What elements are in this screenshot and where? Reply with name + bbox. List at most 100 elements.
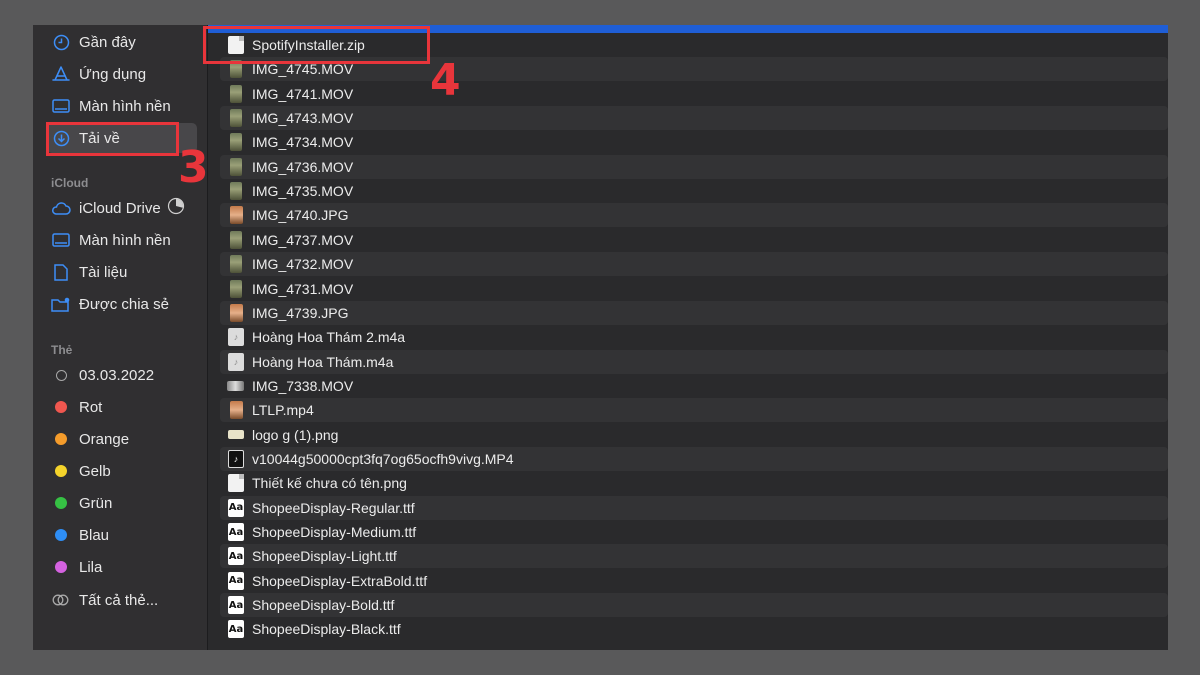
sidebar-item-label: Được chia sẻ	[79, 295, 169, 313]
sidebar-tag-blau[interactable]: Blau	[47, 520, 197, 550]
sidebar-item-label: Gần đây	[79, 33, 136, 51]
annotation-step-4: 4	[430, 55, 461, 106]
storage-pie-icon	[167, 197, 185, 219]
file-row[interactable]: ♪ v10044g50000cpt3fq7og65ocfh9vivg.MP4	[220, 446, 1168, 471]
video-file-icon	[230, 109, 242, 128]
file-name: ShopeeDisplay-Medium.ttf	[252, 524, 417, 540]
file-row[interactable]: IMG_4731.MOV	[220, 277, 1168, 301]
sidebar-tag-lila[interactable]: Lila	[47, 552, 197, 582]
sidebar-item-icloud-drive[interactable]: iCloud Drive	[47, 193, 197, 223]
sidebar-tag-rot[interactable]: Rot	[47, 392, 197, 422]
file-row[interactable]: IMG_4732.MOV	[220, 252, 1168, 277]
font-file-icon: Aa	[228, 498, 244, 517]
image-file-icon	[230, 401, 243, 420]
file-row[interactable]: Thiết kế chưa có tên.png	[220, 471, 1168, 495]
file-name: IMG_4734.MOV	[252, 134, 354, 151]
sidebar-item-label: Màn hình nền	[79, 231, 171, 249]
applications-icon	[51, 64, 71, 84]
file-row[interactable]: IMG_4735.MOV	[220, 179, 1168, 203]
file-row[interactable]: Aa ShopeeDisplay-Medium.ttf	[220, 520, 1168, 544]
audio-file-icon: ♪	[228, 352, 244, 371]
font-file-icon: Aa	[228, 596, 244, 615]
file-row[interactable]: Aa ShopeeDisplay-Bold.ttf	[220, 593, 1168, 618]
tag-yellow-icon	[51, 461, 71, 481]
sidebar-tag-03-03-2022[interactable]: 03.03.2022	[47, 360, 197, 390]
file-row[interactable]: IMG_4739.JPG	[220, 300, 1168, 325]
sidebar-tag-gelb[interactable]: Gelb	[47, 456, 197, 486]
file-row[interactable]: Aa ShopeeDisplay-Black.ttf	[220, 617, 1168, 641]
file-name: ShopeeDisplay-Bold.ttf	[252, 597, 395, 614]
video-file-icon	[227, 380, 244, 391]
image-file-icon	[228, 430, 244, 440]
document-file-icon	[228, 474, 244, 493]
sidebar-item-desktop[interactable]: Màn hình nền	[47, 91, 197, 121]
sidebar-item-icloud-desktop[interactable]: Màn hình nền	[47, 225, 197, 255]
sidebar-tag-orange[interactable]: Orange	[47, 424, 197, 454]
file-name: IMG_4739.JPG	[252, 304, 349, 321]
video-file-icon	[230, 84, 242, 103]
file-name: IMG_7338.MOV	[252, 377, 354, 394]
file-name: v10044g50000cpt3fq7og65ocfh9vivg.MP4	[252, 450, 514, 467]
font-file-icon: Aa	[228, 571, 244, 590]
video-file-icon: ♪	[228, 449, 244, 468]
file-row[interactable]: IMG_4736.MOV	[220, 154, 1168, 179]
video-file-icon	[230, 133, 242, 152]
sidebar-item-label: 03.03.2022	[79, 366, 155, 384]
file-row[interactable]: IMG_7338.MOV	[220, 374, 1168, 398]
file-row[interactable]: Aa ShopeeDisplay-Light.ttf	[220, 544, 1168, 569]
file-name: IMG_4731.MOV	[252, 280, 354, 297]
font-file-icon: Aa	[228, 620, 244, 639]
sidebar-item-label: iCloud Drive	[79, 199, 161, 217]
video-file-icon	[230, 157, 242, 176]
sidebar-item-applications[interactable]: Ứng dụng	[47, 59, 197, 89]
file-name: Hoàng Hoa Thám 2.m4a	[252, 329, 406, 346]
video-file-icon	[230, 255, 242, 274]
file-name: IMG_4743.MOV	[252, 110, 354, 127]
file-row[interactable]: IMG_4734.MOV	[220, 130, 1168, 154]
sidebar-item-shared[interactable]: Được chia sẻ	[47, 289, 197, 319]
file-row[interactable]: IMG_4741.MOV	[220, 82, 1168, 106]
file-name: LTLP.mp4	[252, 402, 314, 419]
font-file-icon: Aa	[228, 547, 244, 566]
video-file-icon	[230, 182, 242, 201]
sidebar-section-tags: Thẻ	[51, 343, 73, 357]
file-name: IMG_4740.JPG	[252, 207, 349, 224]
sidebar-item-documents[interactable]: Tài liệu	[47, 257, 197, 287]
sidebar-item-label: Rot	[79, 398, 103, 416]
tag-red-icon	[51, 397, 71, 417]
sidebar-item-label: Lila	[79, 558, 103, 576]
font-file-icon: Aa	[228, 523, 244, 541]
tag-outline-icon	[51, 365, 71, 385]
image-file-icon	[230, 303, 243, 322]
file-name: ShopeeDisplay-Light.ttf	[252, 548, 397, 565]
sidebar-item-label: Tất cả thẻ...	[79, 591, 159, 609]
sidebar-item-label: Màn hình nền	[79, 97, 171, 115]
file-row[interactable]: IMG_4743.MOV	[220, 106, 1168, 131]
annotation-box-downloads	[46, 122, 179, 156]
file-row[interactable]: LTLP.mp4	[220, 398, 1168, 423]
sidebar-item-label: Ứng dụng	[79, 65, 147, 83]
file-row[interactable]: logo g (1).png	[220, 423, 1168, 447]
file-name: IMG_4737.MOV	[252, 231, 354, 248]
file-row[interactable]: ♪ Hoàng Hoa Thám 2.m4a	[220, 325, 1168, 349]
shared-folder-icon	[51, 294, 71, 314]
file-row[interactable]: Aa ShopeeDisplay-Regular.ttf	[220, 495, 1168, 520]
desktop-icon	[51, 96, 71, 116]
annotation-box-spotify-installer	[203, 26, 430, 64]
sidebar: Gần đây Ứng dụng Màn hình nền Tải về iCl…	[33, 25, 208, 650]
video-file-icon	[230, 279, 242, 298]
image-file-icon	[230, 206, 243, 225]
file-name: Thiết kế chưa có tên.png	[252, 475, 407, 492]
file-name: ShopeeDisplay-Regular.ttf	[252, 499, 415, 516]
file-row[interactable]: ♪ Hoàng Hoa Thám.m4a	[220, 349, 1168, 374]
file-name: IMG_4735.MOV	[252, 183, 354, 200]
sidebar-item-label: Tài liệu	[79, 263, 128, 281]
finder-window: Gần đây Ứng dụng Màn hình nền Tải về iCl…	[33, 25, 1168, 650]
sidebar-item-recents[interactable]: Gần đây	[47, 27, 197, 57]
file-row[interactable]: IMG_4740.JPG	[220, 203, 1168, 228]
file-row[interactable]: Aa ShopeeDisplay-ExtraBold.ttf	[220, 569, 1168, 593]
file-row[interactable]: IMG_4737.MOV	[220, 228, 1168, 252]
file-name: logo g (1).png	[252, 426, 339, 443]
sidebar-tag-grun[interactable]: Grün	[47, 488, 197, 518]
sidebar-tag-all[interactable]: Tất cả thẻ...	[47, 585, 197, 615]
